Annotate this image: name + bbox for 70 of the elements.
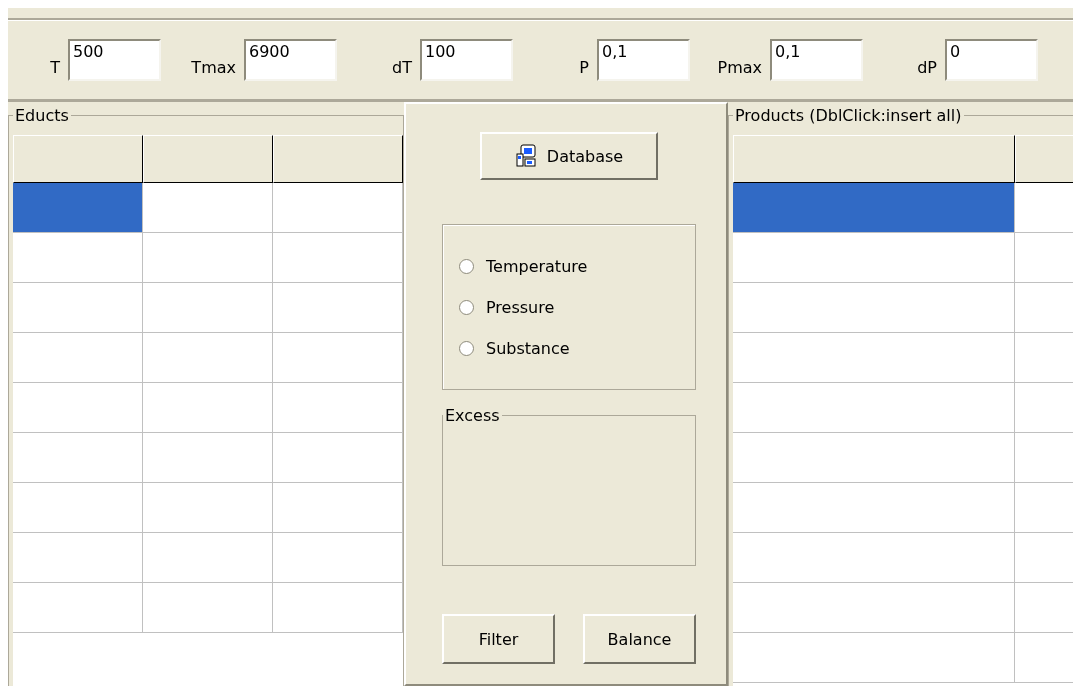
column-header[interactable]: [273, 135, 403, 183]
radio-button[interactable]: [459, 258, 474, 274]
table-cell[interactable]: [13, 283, 143, 333]
table-cell[interactable]: [143, 383, 273, 433]
parameter-label: dP: [916, 56, 938, 77]
radio-option[interactable]: Substance: [459, 338, 695, 358]
radio-option[interactable]: Temperature: [459, 256, 695, 276]
table-cell[interactable]: [13, 483, 143, 533]
computer-icon: [514, 144, 537, 168]
table-cell[interactable]: [13, 333, 143, 383]
parameter-label: dT: [391, 56, 413, 77]
table-cell[interactable]: [13, 383, 143, 433]
table-cell[interactable]: [13, 183, 143, 233]
parameter-field[interactable]: 6900: [244, 39, 337, 81]
table-cell[interactable]: [143, 583, 273, 633]
table-cell[interactable]: [273, 483, 403, 533]
database-button[interactable]: Database: [480, 132, 658, 180]
parameter-label: T: [49, 56, 61, 77]
table-cell[interactable]: [273, 433, 403, 483]
table-cell[interactable]: [273, 283, 403, 333]
table-cell[interactable]: [273, 533, 403, 583]
table-cell[interactable]: [13, 233, 143, 283]
column-header[interactable]: [1015, 135, 1073, 183]
table-cell[interactable]: [273, 183, 403, 233]
table-cell[interactable]: [13, 533, 143, 583]
table-cell[interactable]: [143, 283, 273, 333]
parameter-field[interactable]: 0,1: [770, 39, 863, 81]
radio-label: Substance: [486, 338, 570, 358]
table-cell[interactable]: [273, 233, 403, 283]
column-header[interactable]: [13, 135, 143, 183]
table-cell[interactable]: [733, 283, 1015, 333]
parameter-field[interactable]: 0: [945, 39, 1038, 81]
table-cell[interactable]: [733, 383, 1015, 433]
group-title: Products (DblClick:insert all): [734, 106, 963, 125]
table-cell[interactable]: [273, 333, 403, 383]
radio-button[interactable]: [459, 340, 474, 356]
table-cell[interactable]: [143, 533, 273, 583]
column-header[interactable]: [143, 135, 273, 183]
parameter-label: Pmax: [716, 56, 763, 77]
table-cell[interactable]: [13, 433, 143, 483]
table-cell[interactable]: [143, 233, 273, 283]
action-button[interactable]: Balance: [583, 614, 696, 664]
radio-label: Temperature: [486, 256, 588, 276]
table-cell[interactable]: [733, 333, 1015, 383]
table-cell[interactable]: [733, 433, 1015, 483]
group-title: Excess: [444, 406, 501, 425]
table-cell[interactable]: [733, 183, 1015, 233]
table-cell[interactable]: [733, 483, 1015, 533]
parameter-label: P: [578, 56, 590, 77]
table-cell[interactable]: [13, 583, 143, 633]
table-cell[interactable]: [733, 233, 1015, 283]
table-cell[interactable]: [733, 583, 1015, 633]
table-cell[interactable]: [273, 383, 403, 433]
column-header[interactable]: [733, 135, 1015, 183]
table-cell[interactable]: [273, 583, 403, 633]
table-cell[interactable]: [143, 183, 273, 233]
radio-label: Pressure: [486, 297, 555, 317]
parameter-field[interactable]: 500: [68, 39, 161, 81]
table-cell[interactable]: [733, 533, 1015, 583]
table-cell[interactable]: [143, 433, 273, 483]
table-cell[interactable]: [143, 333, 273, 383]
parameter-field[interactable]: 0,1: [597, 39, 690, 81]
parameter-field[interactable]: 100: [420, 39, 513, 81]
parameter-label: Tmax: [190, 56, 237, 77]
table-cell[interactable]: [733, 633, 1015, 683]
action-button[interactable]: Filter: [442, 614, 555, 664]
radio-button[interactable]: [459, 299, 474, 315]
radio-option[interactable]: Pressure: [459, 297, 695, 317]
group-title: Educts: [14, 106, 70, 125]
table-cell[interactable]: [143, 483, 273, 533]
